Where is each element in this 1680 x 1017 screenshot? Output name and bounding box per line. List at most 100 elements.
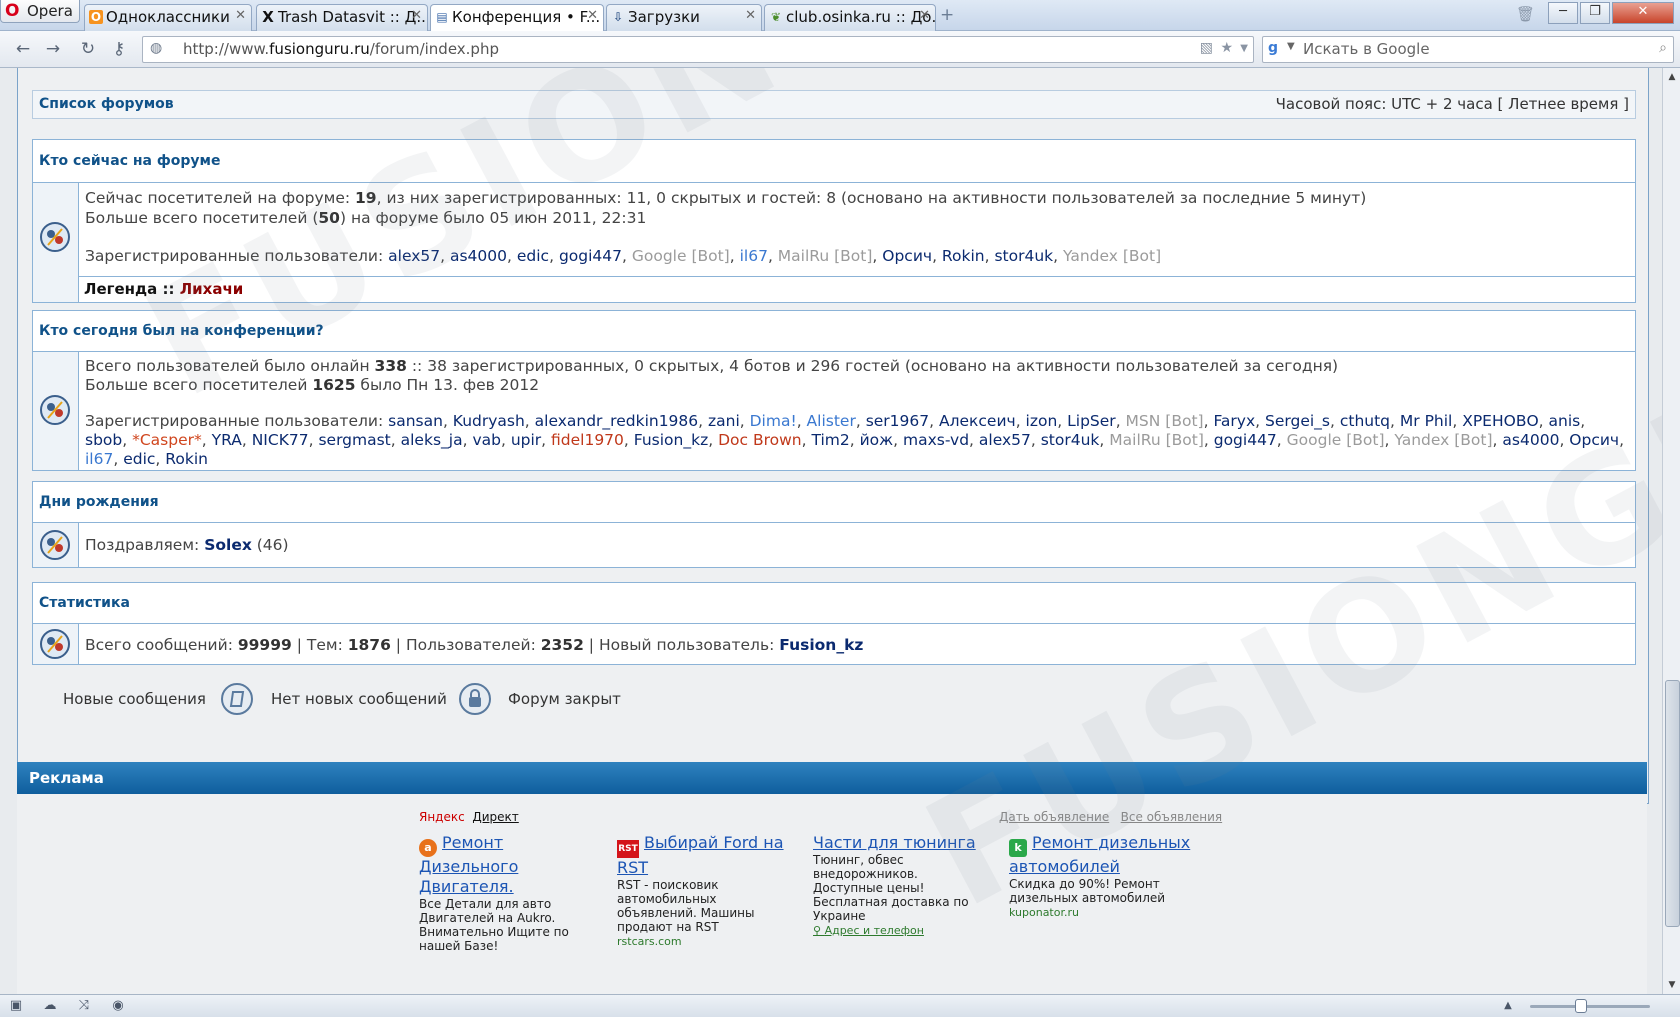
all-ads-link[interactable]: Все объявления [1121,810,1222,824]
forward-icon[interactable]: → [42,39,64,59]
close-tab-icon[interactable]: ✕ [587,8,598,23]
user-link[interactable]: MailRu [Bot] [778,247,873,265]
user-link[interactable]: alexandr_redkin1986 [535,412,698,430]
user-link[interactable]: Kudryash [453,412,525,430]
user-link[interactable]: aleks_ja [401,431,463,449]
newest-user-link[interactable]: Fusion_kz [779,636,863,654]
user-link[interactable]: MailRu [Bot] [1109,431,1204,449]
close-tab-icon[interactable]: ✕ [235,8,246,23]
opera-menu-button[interactable]: O Opera [0,0,80,23]
user-link[interactable]: zani [708,412,740,430]
user-link[interactable]: il67 [740,247,768,265]
key-icon[interactable]: ⚷ [108,39,130,59]
give-ad-link[interactable]: Дать объявление [999,810,1109,824]
user-link[interactable]: maxs-vd [903,431,969,449]
speed-dial-icon[interactable]: ◉ [110,998,126,1014]
user-link[interactable]: Mr Phil [1400,412,1452,430]
user-link[interactable]: sbob [85,431,122,449]
user-link[interactable]: Faryx [1213,412,1255,430]
user-link[interactable]: YRA [212,431,242,449]
tab-odnoklassniki[interactable]: О Одноклассники ✕ [84,4,252,31]
user-link[interactable]: stor4uk [1041,431,1100,449]
user-link[interactable]: upir [511,431,541,449]
user-link[interactable]: Rokin [942,247,985,265]
user-link[interactable]: LipSer [1067,412,1116,430]
star-icon[interactable]: ★ [1220,40,1233,56]
address-phone-link[interactable]: ⚲ Адрес и телефон [813,924,924,937]
user-link[interactable]: Doc Brown [718,431,802,449]
user-link[interactable]: Yandex [Bot] [1394,431,1492,449]
birthday-user-link[interactable]: Solex [204,536,252,554]
ad-item[interactable]: a Ремонт Дизельного Двигателя. Все Детали… [419,833,594,953]
vertical-scrollbar[interactable]: ▲ ▼ [1662,68,1680,994]
tab-downloads[interactable]: ⇩ Загрузки ✕ [606,4,762,31]
user-link[interactable]: Sergei_s [1265,412,1330,430]
user-link[interactable]: as4000 [450,247,507,265]
tab-conference[interactable]: ▤ Конференция • F... ✕ [430,4,604,32]
user-link[interactable]: as4000 [1502,431,1559,449]
user-link[interactable]: edic [123,450,155,468]
ad-item[interactable]: Части для тюнинга Тюнинг, обвес внедорож… [813,833,988,938]
user-link[interactable]: Rokin [165,450,208,468]
address-field[interactable]: ◍ http://www.fusionguru.ru/forum/index.p… [142,36,1254,63]
scroll-up-icon[interactable]: ▲ [1666,72,1678,82]
user-link[interactable]: *Casper* [132,431,202,449]
close-tab-icon[interactable]: ✕ [745,8,756,23]
user-link[interactable]: vab [472,431,501,449]
user-link[interactable]: cthutq [1340,412,1390,430]
close-window-icon[interactable]: ✕ [1612,2,1674,24]
user-link[interactable]: NICK77 [252,431,309,449]
user-link[interactable]: Dima! [750,412,797,430]
user-link[interactable]: alex57 [979,431,1031,449]
user-link[interactable]: MSN [Bot] [1126,412,1204,430]
share-icon[interactable]: ⤨ [76,998,92,1014]
user-link[interactable]: Tim2 [811,431,849,449]
user-link[interactable]: Alister [807,412,856,430]
rss-icon[interactable]: ▧ [1200,40,1213,56]
search-field[interactable]: g ▼ Искать в Google ⌕ [1262,36,1674,63]
user-link[interactable]: gogi447 [559,247,622,265]
group-lihachi-link[interactable]: Лихачи [180,280,244,298]
new-tab-icon[interactable]: + [940,5,954,25]
user-link[interactable]: Yandex [Bot] [1063,247,1161,265]
close-tab-icon[interactable]: ✕ [919,8,930,23]
user-link[interactable]: gogi447 [1214,431,1277,449]
close-tab-icon[interactable]: ✕ [411,8,422,23]
chevron-down-icon[interactable]: ▼ [1240,43,1248,54]
user-link[interactable]: Google [Bot] [632,247,730,265]
user-link[interactable]: sergmast [318,431,390,449]
reload-icon[interactable]: ↻ [77,39,99,59]
trash-icon[interactable]: 🗑 [1516,5,1535,23]
chevron-down-icon[interactable]: ▼ [1287,41,1295,52]
user-link[interactable]: Орсич [882,247,932,265]
ad-item[interactable]: k Ремонт дизельных автомобилей Скидка до … [1009,833,1194,920]
tab-trash-datasvit[interactable]: X Trash Datasvit :: Д... ✕ [256,4,428,31]
cloud-icon[interactable]: ☁ [42,998,58,1014]
forum-index-link[interactable]: Список форумов [39,91,174,118]
minimize-icon[interactable]: ─ [1548,2,1578,24]
user-link[interactable]: ХРЕНОВО [1462,412,1538,430]
scroll-thumb[interactable] [1665,680,1680,927]
zoom-slider-track[interactable] [1530,1005,1650,1008]
user-link[interactable]: Орсич [1569,431,1619,449]
user-link[interactable]: alex57 [388,247,440,265]
search-icon[interactable]: ⌕ [1659,40,1667,56]
user-link[interactable]: edic [517,247,549,265]
tab-osinka[interactable]: ❦ club.osinka.ru :: До... ✕ [764,4,936,31]
user-link[interactable]: stor4uk [994,247,1053,265]
back-icon[interactable]: ← [12,39,34,59]
user-link[interactable]: izon [1026,412,1058,430]
ad-item[interactable]: RST Выбирай Ford на RST RST - поисковик а… [617,833,792,949]
zoom-slider-knob[interactable] [1575,999,1587,1013]
user-link[interactable]: il67 [85,450,113,468]
user-link[interactable]: Fusion_kz [634,431,708,449]
user-link[interactable]: sansan [388,412,443,430]
user-link[interactable]: anis [1549,412,1581,430]
zoom-up-icon[interactable]: ▲ [1500,998,1516,1014]
user-link[interactable]: ser1967 [866,412,929,430]
user-link[interactable]: Алексеич [939,412,1016,430]
panel-toggle-icon[interactable]: ▣ [8,998,24,1014]
user-link[interactable]: Google [Bot] [1287,431,1385,449]
scroll-down-icon[interactable]: ▼ [1666,980,1678,990]
maximize-icon[interactable]: ❐ [1580,2,1610,24]
